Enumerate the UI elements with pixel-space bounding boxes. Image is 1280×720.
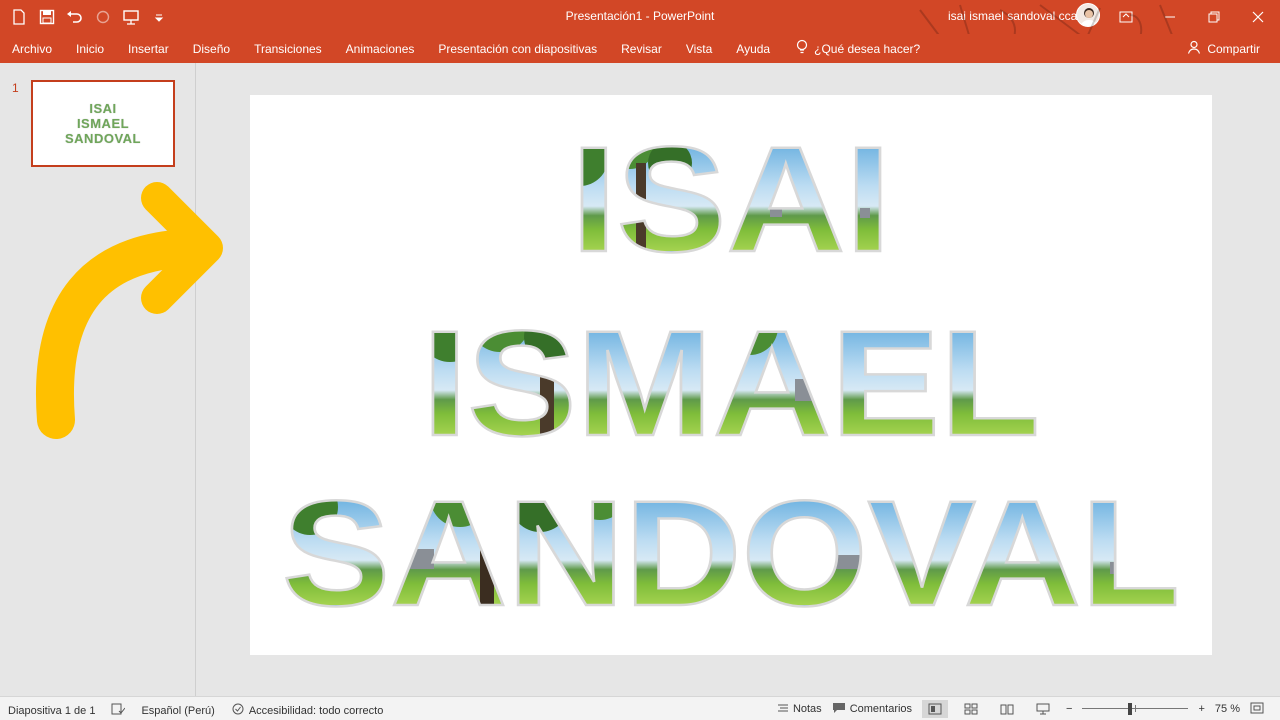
lightbulb-icon [796,39,808,58]
tab-diseno[interactable]: Diseño [181,42,242,56]
notes-label: Notas [792,703,822,715]
zoom-in-button[interactable]: + [1198,703,1204,715]
zoom-slider[interactable] [1082,700,1189,718]
ribbon-tabs: Archivo Inicio Insertar Diseño Transicio… [0,34,920,63]
slide-text-line-2[interactable]: ISMAEL [421,298,1042,469]
picture-fill-text[interactable]: ISAI ISMAEL SANDOVAL [250,95,1212,655]
slideshow-icon[interactable] [1030,700,1056,718]
editing-canvas: ISAI ISMAEL SANDOVAL [36,63,1280,696]
ribbon: Archivo Inicio Insertar Diseño Transicio… [0,34,1280,63]
zoom-level[interactable]: 75 % [1215,703,1240,715]
comment-icon [832,702,846,717]
thumbnail-number: 1 [12,81,19,95]
slide-text-line-1[interactable]: ISAI [570,114,893,285]
normal-view-icon[interactable] [922,700,949,718]
slide-counter: Diapositiva 1 de 1 [8,704,96,717]
accessibility-icon [231,703,245,718]
status-bar: Diapositiva 1 de 1 Español (Perú) Accesi… [0,696,1280,720]
tell-me-label: ¿Qué desea hacer? [814,41,921,56]
notes-button[interactable]: Notas [777,702,822,717]
share-label: Compartir [1207,41,1260,56]
tell-me-search[interactable]: ¿Qué desea hacer? [796,39,920,58]
comments-button[interactable]: Comentarios [832,702,912,717]
slide-thumbnail[interactable]: ISAI ISMAEL SANDOVAL [31,80,175,167]
title-bar: Presentación1 - PowerPoint isai ismael s… [0,0,1280,56]
status-right: Notas Comentarios − + 75 % [777,700,1264,718]
zoom-slider-midpoint [1135,705,1137,712]
language-indicator[interactable]: Español (Perú) [141,705,214,717]
tab-animaciones[interactable]: Animaciones [334,42,427,56]
thumbnail-line: ISMAEL [76,116,130,131]
tab-vista[interactable]: Vista [674,42,724,56]
comments-label: Comentarios [849,703,913,715]
spellcheck-icon[interactable] [111,703,126,718]
tab-presentacion[interactable]: Presentación con diapositivas [426,42,609,56]
zoom-out-button[interactable]: − [1066,703,1072,715]
accessibility-status[interactable]: Accesibilidad: todo correcto [231,703,384,718]
zoom-slider-thumb[interactable] [1128,703,1133,715]
tab-archivo[interactable]: Archivo [0,42,64,56]
tab-inicio[interactable]: Inicio [64,42,116,56]
fit-slide-icon[interactable] [1250,702,1264,717]
accessibility-label: Accesibilidad: todo correcto [248,704,384,717]
slide-sorter-icon[interactable] [958,700,984,718]
yellow-arrow[interactable] [36,173,223,439]
tab-insertar[interactable]: Insertar [116,42,181,56]
status-left: Diapositiva 1 de 1 Español (Perú) Accesi… [8,703,383,718]
thumbnail-line: ISAI [89,101,117,116]
tab-revisar[interactable]: Revisar [609,42,674,56]
notes-icon [777,702,789,717]
thumbnail-line: SANDOVAL [65,131,141,146]
person-icon [1187,40,1201,57]
thumbnail-content: ISAI ISMAEL SANDOVAL [33,82,173,165]
close-icon[interactable] [1236,0,1280,34]
slide[interactable]: ISAI ISMAEL SANDOVAL [250,95,1212,655]
share-button[interactable]: Compartir [1187,34,1260,63]
slide-text-line-3[interactable]: SANDOVAL [281,468,1182,639]
reading-view-icon[interactable] [994,700,1020,718]
tab-transiciones[interactable]: Transiciones [242,42,334,56]
tab-ayuda[interactable]: Ayuda [724,42,782,56]
